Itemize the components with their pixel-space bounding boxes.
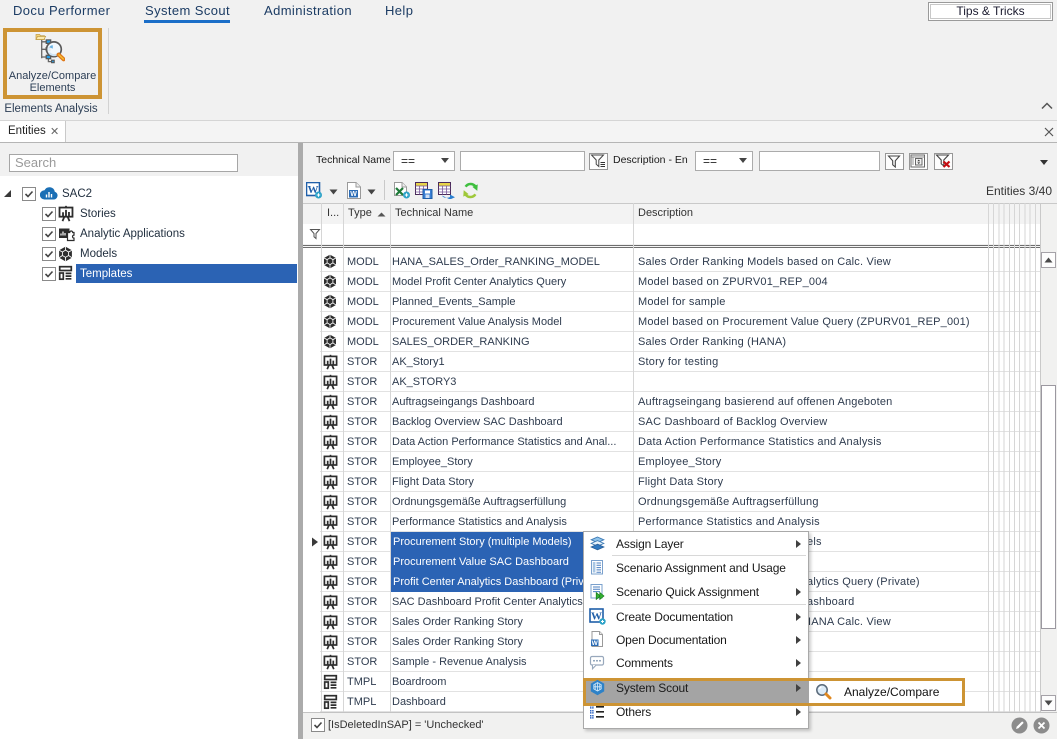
svg-text:W: W (592, 640, 599, 647)
svg-text:W: W (350, 191, 357, 198)
